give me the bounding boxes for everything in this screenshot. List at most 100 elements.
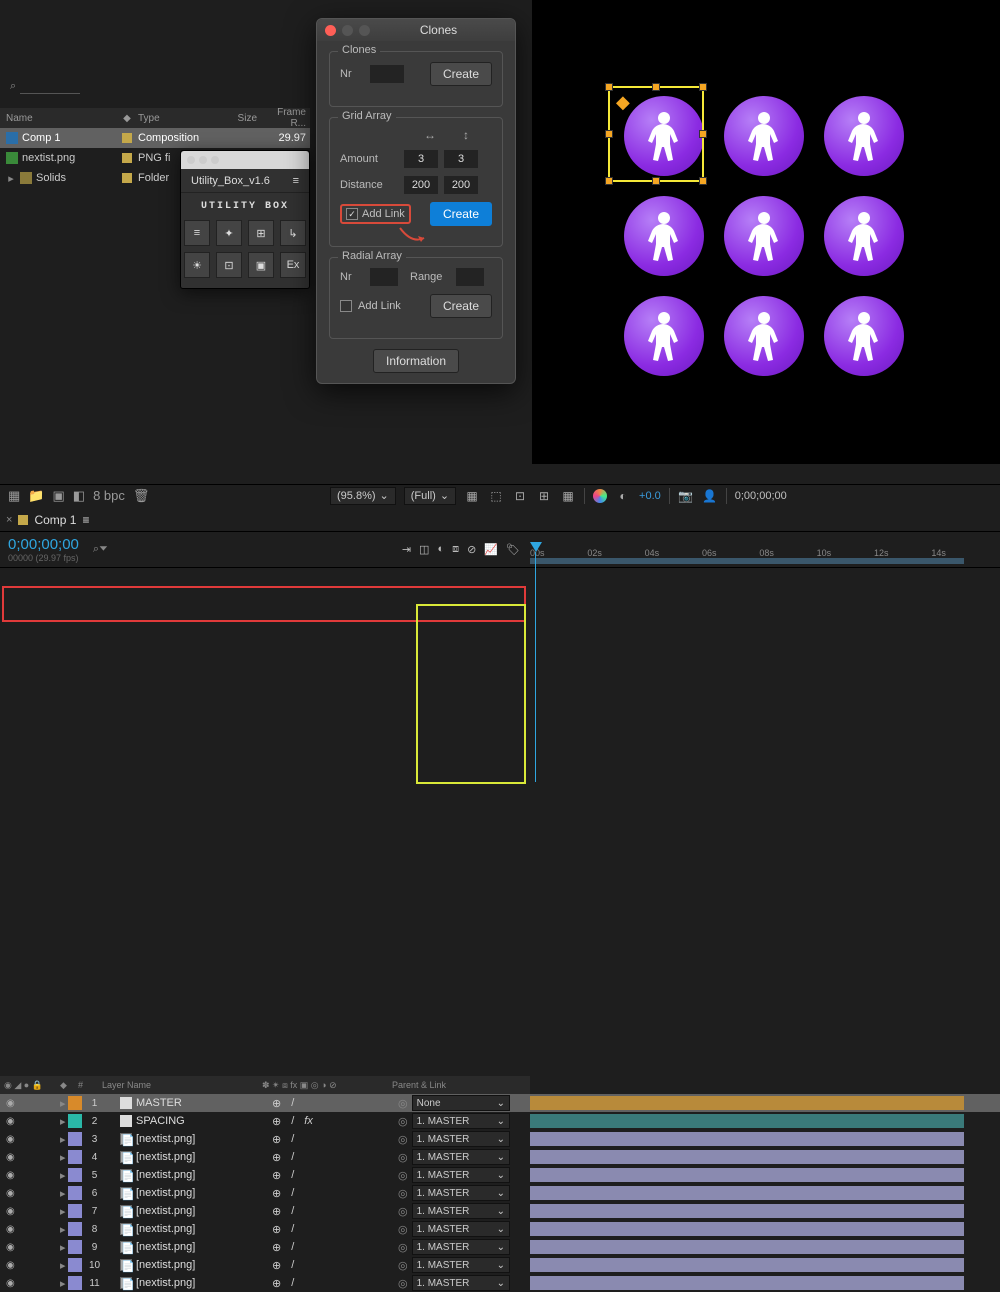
pickwhip-icon[interactable]: ◎ bbox=[398, 1205, 408, 1218]
util-btn-7[interactable]: Ex bbox=[280, 252, 306, 278]
layer-label-swatch[interactable] bbox=[68, 1258, 82, 1272]
clones-create-button[interactable]: Create bbox=[430, 62, 492, 86]
timeline-layer-row[interactable]: ◉▸11📄[nextist.png]⊕/◎1. MASTER⌄ bbox=[0, 1274, 1000, 1292]
utility-box-panel[interactable]: Utility_Box_v1.6≡ UTILITY BOX ≡ ✦ ⊞ ↳ ☀ … bbox=[180, 150, 310, 289]
preview-orb[interactable] bbox=[824, 196, 904, 276]
parent-dropdown[interactable]: 1. MASTER⌄ bbox=[412, 1275, 510, 1291]
col-name[interactable]: Name bbox=[0, 113, 116, 124]
twirl-icon[interactable]: ▸ bbox=[60, 1115, 66, 1128]
pickwhip-icon[interactable]: ◎ bbox=[398, 1277, 408, 1290]
radial-range-input[interactable] bbox=[456, 268, 484, 286]
pickwhip-icon[interactable]: ◎ bbox=[398, 1187, 408, 1200]
dist-x-input[interactable] bbox=[404, 176, 438, 194]
handle-tl[interactable] bbox=[605, 83, 613, 91]
transform-icon[interactable]: ⊕ bbox=[272, 1097, 281, 1110]
project-search-input[interactable] bbox=[20, 78, 80, 94]
parent-dropdown[interactable]: 1. MASTER⌄ bbox=[412, 1221, 510, 1237]
timeline-layer-row[interactable]: ◉▸6📄[nextist.png]⊕/◎1. MASTER⌄ bbox=[0, 1184, 1000, 1202]
panel-tab[interactable]: Utility_Box_v1.6≡ bbox=[181, 169, 309, 193]
label-swatch[interactable] bbox=[122, 133, 132, 143]
layer-duration-bar[interactable] bbox=[530, 1204, 964, 1218]
transform-icon[interactable]: ⊕ bbox=[272, 1169, 281, 1182]
work-area-bar[interactable] bbox=[530, 558, 964, 564]
timeline-layer-row[interactable]: ◉▸1MASTER⊕/◎None⌄ bbox=[0, 1094, 1000, 1112]
layer-duration-bar[interactable] bbox=[530, 1240, 964, 1254]
pickwhip-icon[interactable]: ◎ bbox=[398, 1259, 408, 1272]
pickwhip-icon[interactable]: ◎ bbox=[398, 1115, 408, 1128]
timeline-layer-row[interactable]: ◉▸8📄[nextist.png]⊕/◎1. MASTER⌄ bbox=[0, 1220, 1000, 1238]
twirl-icon[interactable]: ▸ bbox=[60, 1133, 66, 1146]
preview-timecode[interactable]: 0;00;00;00 bbox=[735, 490, 787, 502]
twirl-icon[interactable]: ▸ bbox=[60, 1223, 66, 1236]
new-comp-icon[interactable]: ▣ bbox=[52, 488, 64, 504]
pickwhip-icon[interactable]: ◎ bbox=[398, 1223, 408, 1236]
timeline-tab[interactable]: Comp 1≡ bbox=[18, 513, 89, 527]
transform-icon[interactable]: ⊕ bbox=[272, 1259, 281, 1272]
transform-icon[interactable]: ⊕ bbox=[272, 1133, 281, 1146]
current-timecode[interactable]: 0;00;00;00 bbox=[8, 536, 79, 553]
tag-icon[interactable]: 🏷 bbox=[506, 543, 520, 556]
pickwhip-icon[interactable]: ◎ bbox=[398, 1097, 408, 1110]
guides-icon[interactable]: ⊞ bbox=[536, 488, 552, 504]
motion-blur-icon[interactable]: ⊘ bbox=[467, 543, 476, 556]
layer-duration-bar[interactable] bbox=[530, 1186, 964, 1200]
twirl-icon[interactable]: ▸ bbox=[60, 1205, 66, 1218]
parent-dropdown[interactable]: 1. MASTER⌄ bbox=[412, 1131, 510, 1147]
roi-icon[interactable]: ⊡ bbox=[512, 488, 528, 504]
selection-box[interactable]: ◆ bbox=[608, 86, 704, 182]
col-label[interactable]: ◆ bbox=[116, 113, 138, 124]
panel-titlebar[interactable] bbox=[181, 151, 309, 169]
adjust-icon[interactable]: ◧ bbox=[73, 488, 85, 504]
timeline-layer-row[interactable]: ◉▸3📄[nextist.png]⊕/◎1. MASTER⌄ bbox=[0, 1130, 1000, 1148]
layer-label-swatch[interactable] bbox=[68, 1096, 82, 1110]
minimize-icon[interactable] bbox=[342, 25, 353, 36]
col-num[interactable]: # bbox=[78, 1080, 102, 1090]
transparency-icon[interactable]: ▦ bbox=[464, 488, 480, 504]
util-btn-2[interactable]: ⊞ bbox=[248, 220, 274, 246]
timeline-layer-row[interactable]: ◉▸5📄[nextist.png]⊕/◎1. MASTER⌄ bbox=[0, 1166, 1000, 1184]
timeline-layer-row[interactable]: ◉▸2SPACING⊕/fx◎1. MASTER⌄ bbox=[0, 1112, 1000, 1130]
information-button[interactable]: Information bbox=[373, 349, 459, 373]
pickwhip-icon[interactable]: ◎ bbox=[398, 1169, 408, 1182]
layer-duration-bar[interactable] bbox=[530, 1276, 964, 1290]
transform-icon[interactable]: ⊕ bbox=[272, 1205, 281, 1218]
exposure-icon[interactable]: ◐ bbox=[615, 488, 631, 504]
grid-toggle-icon[interactable]: ▦ bbox=[560, 488, 576, 504]
amount-y-input[interactable] bbox=[444, 150, 478, 168]
preview-orb[interactable] bbox=[824, 96, 904, 176]
util-btn-3[interactable]: ↳ bbox=[280, 220, 306, 246]
col-layer[interactable]: Layer Name bbox=[102, 1080, 262, 1090]
grid-create-button[interactable]: Create bbox=[430, 202, 492, 226]
preview-orb[interactable] bbox=[724, 196, 804, 276]
layer-label-swatch[interactable] bbox=[68, 1240, 82, 1254]
twirl-icon[interactable]: ▸ bbox=[60, 1277, 66, 1290]
preview-orb[interactable] bbox=[724, 296, 804, 376]
col-size[interactable]: Size bbox=[208, 113, 263, 124]
pickwhip-icon[interactable]: ◎ bbox=[398, 1241, 408, 1254]
label-swatch[interactable] bbox=[122, 153, 132, 163]
resolution-dropdown[interactable]: (Full)⌄ bbox=[404, 487, 456, 505]
layer-duration-bar[interactable] bbox=[530, 1096, 964, 1110]
layer-label-swatch[interactable] bbox=[68, 1186, 82, 1200]
preview-orb[interactable] bbox=[624, 196, 704, 276]
handle-bl[interactable] bbox=[605, 177, 613, 185]
transform-icon[interactable]: ⊕ bbox=[272, 1223, 281, 1236]
timeline-layer-row[interactable]: ◉▸7📄[nextist.png]⊕/◎1. MASTER⌄ bbox=[0, 1202, 1000, 1220]
layer-duration-bar[interactable] bbox=[530, 1114, 964, 1128]
timeline-layer-row[interactable]: ◉▸10📄[nextist.png]⊕/◎1. MASTER⌄ bbox=[0, 1256, 1000, 1274]
handle-bc[interactable] bbox=[652, 177, 660, 185]
visibility-icon[interactable]: ◉ bbox=[6, 1152, 15, 1163]
handle-mr[interactable] bbox=[699, 130, 707, 138]
search-icon[interactable]: ⌕ bbox=[10, 80, 16, 93]
parent-dropdown[interactable]: 1. MASTER⌄ bbox=[412, 1239, 510, 1255]
interpret-icon[interactable]: ▦ bbox=[8, 488, 20, 504]
tab-close-icon[interactable]: × bbox=[6, 514, 12, 526]
trash-icon[interactable]: 🗑 bbox=[133, 488, 150, 504]
layer-duration-bar[interactable] bbox=[530, 1150, 964, 1164]
handle-tr[interactable] bbox=[699, 83, 707, 91]
twirl-icon[interactable]: ▸ bbox=[60, 1169, 66, 1182]
layer-label-swatch[interactable] bbox=[68, 1132, 82, 1146]
handle-ml[interactable] bbox=[605, 130, 613, 138]
transform-icon[interactable]: ⊕ bbox=[272, 1115, 281, 1128]
modal-titlebar[interactable]: Clones bbox=[317, 19, 515, 41]
